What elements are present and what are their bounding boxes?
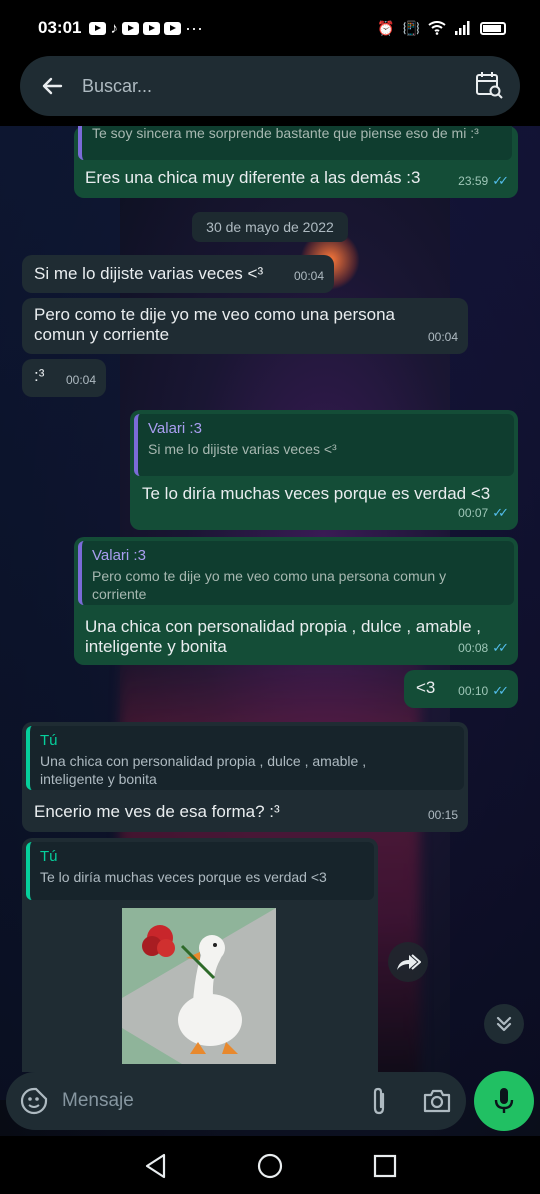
message-text: Pero como te dije yo me veo como una per… <box>34 305 395 344</box>
read-ticks-icon: ✓✓ <box>492 640 509 655</box>
youtube-icon <box>163 21 181 35</box>
quoted-author: Tú <box>40 848 58 865</box>
message-time: 00:08 <box>458 641 489 655</box>
message-text: <3 <box>416 678 436 697</box>
quoted-message[interactable]: Valari :3 Pero como te dije yo me veo co… <box>78 541 514 605</box>
search-bar <box>20 56 520 116</box>
goose-sticker-image <box>122 908 276 1064</box>
quoted-text: Te soy sincera me sorprende bastante que… <box>92 126 479 141</box>
attach-paperclip-icon[interactable] <box>366 1086 392 1116</box>
message-meta: 00:04 <box>428 327 458 347</box>
read-ticks-icon: ✓✓ <box>492 173 509 188</box>
message-time: 00:04 <box>293 269 324 283</box>
quoted-message[interactable]: Tú Te lo diría muchas veces porque es ve… <box>26 842 374 900</box>
camera-icon[interactable] <box>422 1087 452 1115</box>
quoted-message[interactable]: Tú Una chica con personalidad propia , d… <box>26 726 464 790</box>
forward-button[interactable] <box>388 942 428 982</box>
message-meta: 00:04 <box>294 266 324 286</box>
message-time: 00:15 <box>427 808 458 822</box>
signal-icon <box>455 21 470 35</box>
quoted-message[interactable]: Te soy sincera me sorprende bastante que… <box>78 126 512 160</box>
message-input[interactable] <box>60 1089 344 1113</box>
message-incoming[interactable]: Tú Una chica con personalidad propia , d… <box>22 722 468 832</box>
vibrate-icon: 📳 <box>402 19 420 36</box>
message-text: Te lo diría muchas veces porque es verda… <box>142 484 491 503</box>
message-incoming[interactable]: :³ 00:04 <box>22 359 106 397</box>
quoted-text: Si me lo dijiste varias veces <³ <box>148 441 337 457</box>
message-meta: 00:04 <box>66 370 96 390</box>
alarm-icon: ⏰ <box>377 19 395 36</box>
quoted-author: Tú <box>40 732 58 749</box>
quoted-text: Pero como te dije yo me veo como una per… <box>92 568 447 602</box>
notification-icons: ♪ ··· <box>89 17 203 39</box>
message-meta: 00:08 ✓✓ <box>458 638 509 658</box>
system-icons: ⏰ 📳 <box>377 20 506 37</box>
message-text: Eres una chica muy diferente a las demás… <box>85 168 421 187</box>
quoted-text: Una chica con personalidad propia , dulc… <box>40 753 367 787</box>
message-outgoing[interactable]: Te soy sincera me sorprende bastante que… <box>74 126 518 198</box>
voice-record-button[interactable] <box>474 1071 534 1131</box>
message-incoming[interactable]: Si me lo dijiste varias veces <³ 00:04 <box>22 255 334 293</box>
message-time: 00:04 <box>65 373 96 387</box>
message-text: Encerio me ves de esa forma? :³ <box>34 802 280 821</box>
read-ticks-icon: ✓✓ <box>492 505 509 520</box>
status-bar: 03:01 ♪ ··· ⏰ 📳 <box>0 0 540 56</box>
sticker-emoji-icon[interactable] <box>20 1087 48 1115</box>
message-time: 23:59 <box>458 174 489 188</box>
message-meta: 00:15 <box>428 805 458 825</box>
youtube-icon <box>89 21 107 35</box>
message-text: Si me lo dijiste varias veces <³ <box>34 264 264 283</box>
message-incoming[interactable]: Pero como te dije yo me veo como una per… <box>22 298 468 354</box>
battery-icon <box>480 21 506 35</box>
tiktok-icon: ♪ <box>110 19 118 37</box>
quoted-message[interactable]: Valari :3 Si me lo dijiste varias veces … <box>134 414 514 476</box>
nav-back-icon[interactable] <box>142 1152 170 1180</box>
message-time: 00:04 <box>427 330 458 344</box>
youtube-icon <box>142 21 160 35</box>
forward-icon <box>397 954 421 970</box>
message-meta: 00:10 ✓✓ <box>458 681 509 701</box>
quoted-author: Valari :3 <box>148 420 202 437</box>
quoted-text: Te lo diría muchas veces porque es verda… <box>40 869 327 885</box>
scroll-to-bottom-button[interactable] <box>484 1004 524 1044</box>
message-composer <box>6 1072 466 1130</box>
message-time: 00:10 <box>458 684 489 698</box>
calendar-search-icon[interactable] <box>474 70 504 100</box>
chevrons-down-icon <box>496 1016 512 1032</box>
message-outgoing[interactable]: Valari :3 Pero como te dije yo me veo co… <box>74 537 518 665</box>
wifi-icon <box>428 21 446 35</box>
back-arrow-icon[interactable] <box>40 74 64 98</box>
goose-with-rose-sticker[interactable] <box>122 908 276 1064</box>
search-input[interactable] <box>80 74 444 98</box>
status-time: 03:01 <box>38 18 82 37</box>
message-text: Una chica con personalidad propia , dulc… <box>85 617 481 656</box>
nav-home-icon[interactable] <box>256 1152 284 1180</box>
read-ticks-icon: ✓✓ <box>492 683 509 698</box>
message-text: :³ <box>34 366 45 385</box>
more-notifications-icon: ··· <box>184 17 203 38</box>
message-outgoing[interactable]: Valari :3 Si me lo dijiste varias veces … <box>130 410 518 530</box>
message-outgoing[interactable]: <3 00:10 ✓✓ <box>404 670 518 708</box>
message-meta: 00:07 ✓✓ <box>458 503 509 523</box>
system-navigation-bar <box>0 1136 540 1194</box>
message-time: 00:07 <box>458 506 489 520</box>
date-separator: 30 de mayo de 2022 <box>192 212 348 242</box>
microphone-icon <box>494 1088 514 1113</box>
quoted-author: Valari :3 <box>92 547 146 564</box>
message-meta: 23:59 ✓✓ <box>458 171 509 191</box>
nav-recents-icon[interactable] <box>371 1152 399 1180</box>
youtube-icon <box>121 21 139 35</box>
